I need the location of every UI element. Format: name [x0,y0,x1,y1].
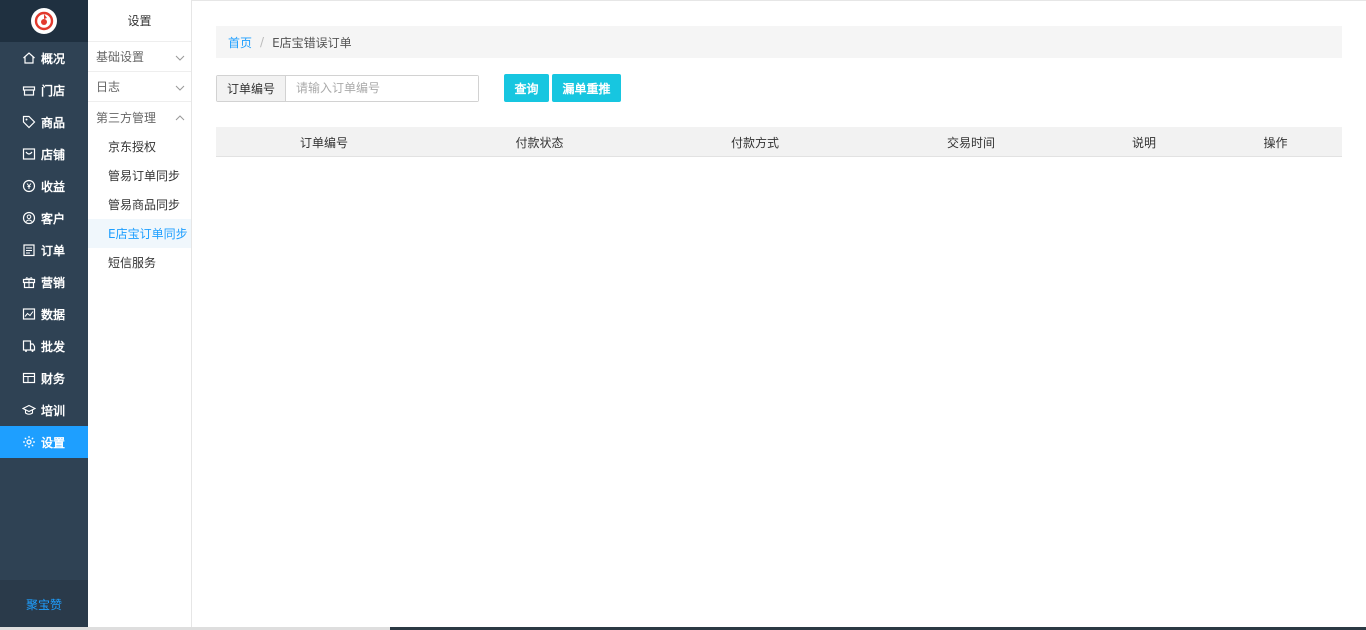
chevron-down-icon [175,52,185,62]
sidebar-item-customer[interactable]: 客户 [0,202,88,234]
sidebar-item-label: 营销 [41,275,66,290]
order-number-input[interactable] [286,75,478,101]
sidebar-item-label: 财务 [41,371,66,386]
column-header-actions: 操作 [1263,135,1288,150]
sidebar-item-goods[interactable]: 商品 [0,106,88,138]
order-icon [22,243,36,257]
app-window: 概况 门店 商品 店铺 收益 客户 订单 营销 数据 批发 财务 培训 设置 聚… [0,0,1366,630]
settings-submenu: 设置 基础设置 日志 第三方管理 京东授权 管易订单同步 管易商品同步 E店宝订… [88,0,192,628]
wholesale-icon [22,339,36,353]
top-divider [192,0,1366,1]
submenu-item-edianbao-order-sync[interactable]: E店宝订单同步 [88,219,191,248]
submenu-group-label: 第三方管理 [96,110,157,125]
sidebar-item-label: 订单 [41,243,66,258]
sidebar-item-label: 门店 [41,83,66,98]
sidebar-item-label: 商品 [41,115,66,130]
submenu-item-jd-auth[interactable]: 京东授权 [88,132,191,161]
sidebar-item-label: 收益 [41,179,66,194]
sidebar-item-overview[interactable]: 概况 [0,42,88,74]
logo-icon [31,8,57,34]
sidebar-item-settings[interactable]: 设置 [0,426,88,458]
finance-icon [22,371,36,385]
order-number-input-group: 订单编号 [216,74,479,102]
home-icon [22,51,36,65]
sidebar-item-label: 概况 [41,51,66,66]
submenu-group-third-party[interactable]: 第三方管理 [88,102,191,132]
column-header-description: 说明 [1131,135,1156,150]
breadcrumb-separator: / [260,35,265,49]
training-icon [22,403,36,417]
column-header-payment-status: 付款状态 [515,135,564,150]
chart-icon [22,307,36,321]
error-order-table: 订单编号 付款状态 付款方式 交易时间 说明 操作 [216,127,1342,157]
user-icon [22,211,36,225]
sidebar-item-order[interactable]: 订单 [0,234,88,266]
submenu-item-guanyi-goods-sync[interactable]: 管易商品同步 [88,190,191,219]
sidebar-item-label: 数据 [41,307,66,322]
submenu-group-label: 日志 [96,80,121,94]
breadcrumb-current: E店宝错误订单 [272,35,352,50]
sidebar-item-finance[interactable]: 财务 [0,362,88,394]
submenu-item-guanyi-order-sync[interactable]: 管易订单同步 [88,161,191,190]
tag-icon [22,115,36,129]
main-content: 首页 / E店宝错误订单 订单编号 查询 漏单重推 订单编号 付款状态 付款方式… [192,0,1366,628]
sidebar-item-wholesale[interactable]: 批发 [0,330,88,362]
sidebar-item-label: 店铺 [41,147,66,162]
gift-icon [22,275,36,289]
gear-icon [22,435,36,449]
sidebar-item-marketing[interactable]: 营销 [0,266,88,298]
sidebar-item-revenue[interactable]: 收益 [0,170,88,202]
table-header: 订单编号 付款状态 付款方式 交易时间 说明 操作 [216,127,1342,157]
submenu-item-sms-service[interactable]: 短信服务 [88,248,191,277]
chevron-down-icon [175,82,185,92]
breadcrumb-home-link[interactable]: 首页 [228,34,252,51]
search-bar: 订单编号 查询 漏单重推 [216,74,621,102]
submenu-group-basic-settings[interactable]: 基础设置 [88,42,191,72]
shop-icon [22,147,36,161]
sidebar-item-shop[interactable]: 店铺 [0,138,88,170]
column-header-transaction-time: 交易时间 [946,135,995,150]
column-header-order-number: 订单编号 [299,135,348,150]
sidebar-item-data[interactable]: 数据 [0,298,88,330]
sidebar-item-store[interactable]: 门店 [0,74,88,106]
main-sidebar: 概况 门店 商品 店铺 收益 客户 订单 营销 数据 批发 财务 培训 设置 聚… [0,0,88,628]
column-header-payment-method: 付款方式 [730,135,779,150]
submenu-group-log[interactable]: 日志 [88,72,191,102]
query-button[interactable]: 查询 [504,74,549,102]
yen-icon [22,179,36,193]
repush-missing-order-button[interactable]: 漏单重推 [552,74,621,102]
logo-area[interactable] [0,0,88,42]
submenu-title: 设置 [88,0,191,42]
chevron-up-icon [175,112,185,122]
sidebar-item-label: 客户 [41,211,66,226]
sidebar-item-training[interactable]: 培训 [0,394,88,426]
brand-name[interactable]: 聚宝赞 [0,580,88,628]
sidebar-item-label: 培训 [41,403,66,418]
store-icon [22,83,36,97]
sidebar-item-label: 设置 [41,435,66,450]
order-number-label: 订单编号 [217,75,286,101]
sidebar-item-label: 批发 [41,339,66,354]
breadcrumb: 首页 / E店宝错误订单 [216,26,1342,58]
submenu-group-label: 基础设置 [96,50,145,64]
